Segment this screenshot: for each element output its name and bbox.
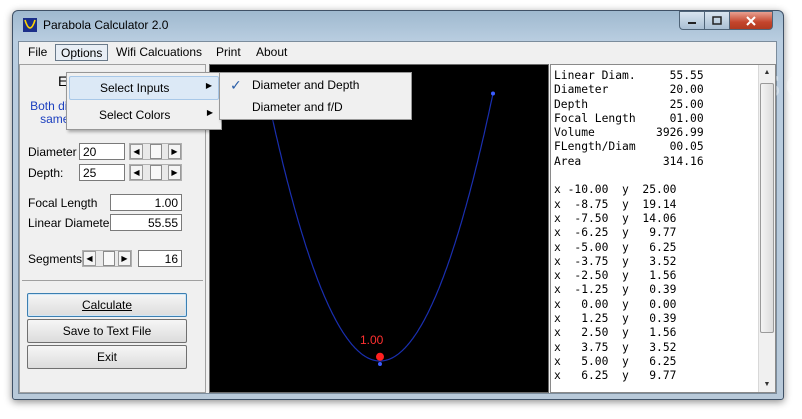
segments-scrollbar[interactable]: ◀ ▶ xyxy=(82,250,132,267)
diameter-field[interactable]: 20 xyxy=(79,143,125,160)
title-bar[interactable]: Parabola Calculator 2.0 xyxy=(13,11,783,39)
depth-field[interactable]: 25 xyxy=(79,164,125,181)
calculate-button-label: Calculate xyxy=(81,298,133,312)
results-listing: Linear Diam. 55.55 Diameter 20.00 Depth … xyxy=(554,69,704,383)
submenu-arrow-icon: ▶ xyxy=(205,81,212,90)
focal-length-label: Focal Length xyxy=(28,196,98,210)
minimize-icon xyxy=(688,21,696,24)
scroll-right-icon[interactable]: ▶ xyxy=(118,251,131,266)
divider xyxy=(22,280,203,281)
menu-print[interactable]: Print xyxy=(211,44,246,61)
vertex-marker xyxy=(378,362,382,366)
diameter-and-fd-label: Diameter and f/D xyxy=(252,100,343,114)
maximize-icon xyxy=(712,16,722,25)
menu-options[interactable]: Options xyxy=(55,44,109,61)
segments-field[interactable]: 16 xyxy=(138,250,182,267)
segments-scroll-thumb[interactable] xyxy=(103,251,115,266)
menu-wifi-calculations[interactable]: Wifi Calcuations xyxy=(111,44,207,61)
menu-item-select-inputs[interactable]: Select Inputs ▶ xyxy=(69,76,219,100)
depth-scrollbar[interactable]: ◀ ▶ xyxy=(129,164,182,181)
close-icon xyxy=(746,15,756,26)
scroll-up-icon[interactable]: ▲ xyxy=(760,65,774,80)
diameter-label: Diameter xyxy=(28,145,77,159)
scroll-down-icon[interactable]: ▼ xyxy=(760,377,774,392)
calculate-button[interactable]: Calculate xyxy=(27,293,187,317)
scroll-right-icon[interactable]: ▶ xyxy=(168,165,181,180)
submenu-arrow-icon: ▶ xyxy=(206,108,213,117)
diameter-scrollbar[interactable]: ◀ ▶ xyxy=(129,143,182,160)
menu-item-diameter-and-depth[interactable]: ✓ Diameter and Depth xyxy=(222,75,409,97)
select-colors-label: Select Colors xyxy=(99,108,171,122)
menu-about[interactable]: About xyxy=(251,44,292,61)
select-inputs-label: Select Inputs xyxy=(100,81,170,95)
results-text-area[interactable]: Linear Diam. 55.55 Diameter 20.00 Depth … xyxy=(550,64,776,393)
scroll-left-icon[interactable]: ◀ xyxy=(130,144,143,159)
app-parabola-icon xyxy=(23,18,37,32)
app-window: Parabola Calculator 2.0 File Options Wif… xyxy=(12,10,802,400)
select-inputs-submenu: ✓ Diameter and Depth Diameter and f/D xyxy=(219,72,412,120)
menu-bar: File Options Wifi Calcuations Print Abou… xyxy=(19,42,776,62)
close-button[interactable] xyxy=(729,11,773,30)
scroll-left-icon[interactable]: ◀ xyxy=(83,251,96,266)
scroll-left-icon[interactable]: ◀ xyxy=(130,165,143,180)
minimize-button[interactable] xyxy=(679,11,705,30)
results-vertical-scrollbar[interactable]: ▲ ▼ xyxy=(758,65,775,392)
checkmark-icon: ✓ xyxy=(230,77,242,93)
focal-length-annotation: 1.00 xyxy=(360,333,384,347)
focal-length-field: 1.00 xyxy=(110,194,182,211)
diameter-and-depth-label: Diameter and Depth xyxy=(252,78,360,92)
menu-file[interactable]: File xyxy=(23,44,52,61)
scroll-right-icon[interactable]: ▶ xyxy=(168,144,181,159)
maximize-button[interactable] xyxy=(704,11,730,30)
focal-point-marker xyxy=(376,352,384,361)
exit-button[interactable]: Exit xyxy=(27,345,187,369)
linear-diameter-label: Linear Diameter xyxy=(28,216,114,230)
save-button-label: Save to Text File xyxy=(62,324,152,338)
window-title: Parabola Calculator 2.0 xyxy=(43,18,169,32)
save-to-text-file-button[interactable]: Save to Text File xyxy=(27,319,187,343)
linear-diameter-field: 55.55 xyxy=(110,214,182,231)
results-scroll-thumb[interactable] xyxy=(760,83,774,333)
menu-item-diameter-and-fd[interactable]: Diameter and f/D xyxy=(222,97,409,119)
options-dropdown-menu: Select Inputs ▶ Select Colors ▶ xyxy=(66,72,222,130)
diameter-scroll-thumb[interactable] xyxy=(150,144,162,159)
depth-label: Depth: xyxy=(28,166,64,180)
curve-endpoint-marker xyxy=(491,91,495,96)
depth-scroll-thumb[interactable] xyxy=(150,165,162,180)
menu-item-select-colors[interactable]: Select Colors ▶ xyxy=(69,104,219,128)
segments-label: Segments xyxy=(28,252,83,266)
exit-button-label: Exit xyxy=(96,350,117,364)
